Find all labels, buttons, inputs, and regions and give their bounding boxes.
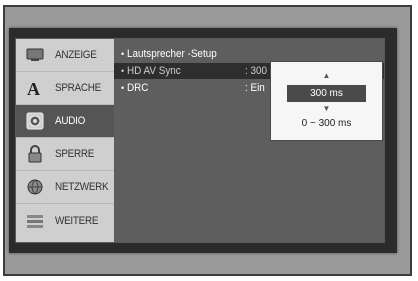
sidebar-item-label: AUDIO	[55, 115, 86, 127]
bullet: •	[121, 83, 125, 93]
setting-name: Lautsprecher -Setup	[127, 48, 217, 60]
setting-name: HD AV Sync	[127, 65, 181, 77]
setting-name: DRC	[127, 82, 149, 94]
audio-icon	[25, 111, 45, 131]
svg-text:A: A	[27, 79, 40, 97]
sidebar-item-label: NETZWERK	[54, 181, 109, 193]
sidebar-item-anzeige[interactable]: ANZEIGE	[16, 39, 114, 72]
other-icon	[25, 211, 45, 231]
setting-value: : Ein	[245, 82, 265, 94]
sidebar-item-weitere[interactable]: WEITERE	[16, 204, 114, 237]
arrow-up-icon[interactable]: ▲	[271, 72, 382, 80]
bullet: •	[121, 66, 125, 76]
bullet: •	[121, 49, 125, 59]
sidebar-item-label: ANZEIGE	[55, 49, 97, 61]
current-value-text: 300 ms	[310, 88, 343, 99]
display-icon	[25, 45, 45, 65]
value-range: 0 ~ 300 ms	[301, 118, 352, 129]
sidebar-item-label: WEITERE	[55, 214, 99, 227]
globe-icon	[25, 177, 45, 197]
sidebar-item-audio[interactable]: AUDIO	[16, 105, 114, 138]
sidebar-item-sperre[interactable]: SPERRE	[16, 138, 114, 171]
arrow-down-icon[interactable]: ▼	[271, 105, 382, 113]
sidebar-item-sprache[interactable]: A SPRACHE	[16, 72, 114, 105]
sidebar: ANZEIGE A SPRACHE AUDIO SPERRE NETZWERK …	[16, 39, 114, 242]
language-icon: A	[25, 78, 45, 98]
value-popup: ▲ 300 ms ▼ 0 ~ 300 ms	[270, 61, 383, 141]
sidebar-item-netzwerk[interactable]: NETZWERK	[16, 171, 114, 204]
sidebar-item-label: SPERRE	[55, 148, 95, 160]
lock-icon	[25, 144, 45, 164]
setting-row-lautsprecher-setup[interactable]: • Lautsprecher -Setup	[114, 46, 384, 62]
sidebar-item-label: SPRACHE	[55, 82, 101, 94]
current-value[interactable]: 300 ms	[287, 85, 366, 102]
